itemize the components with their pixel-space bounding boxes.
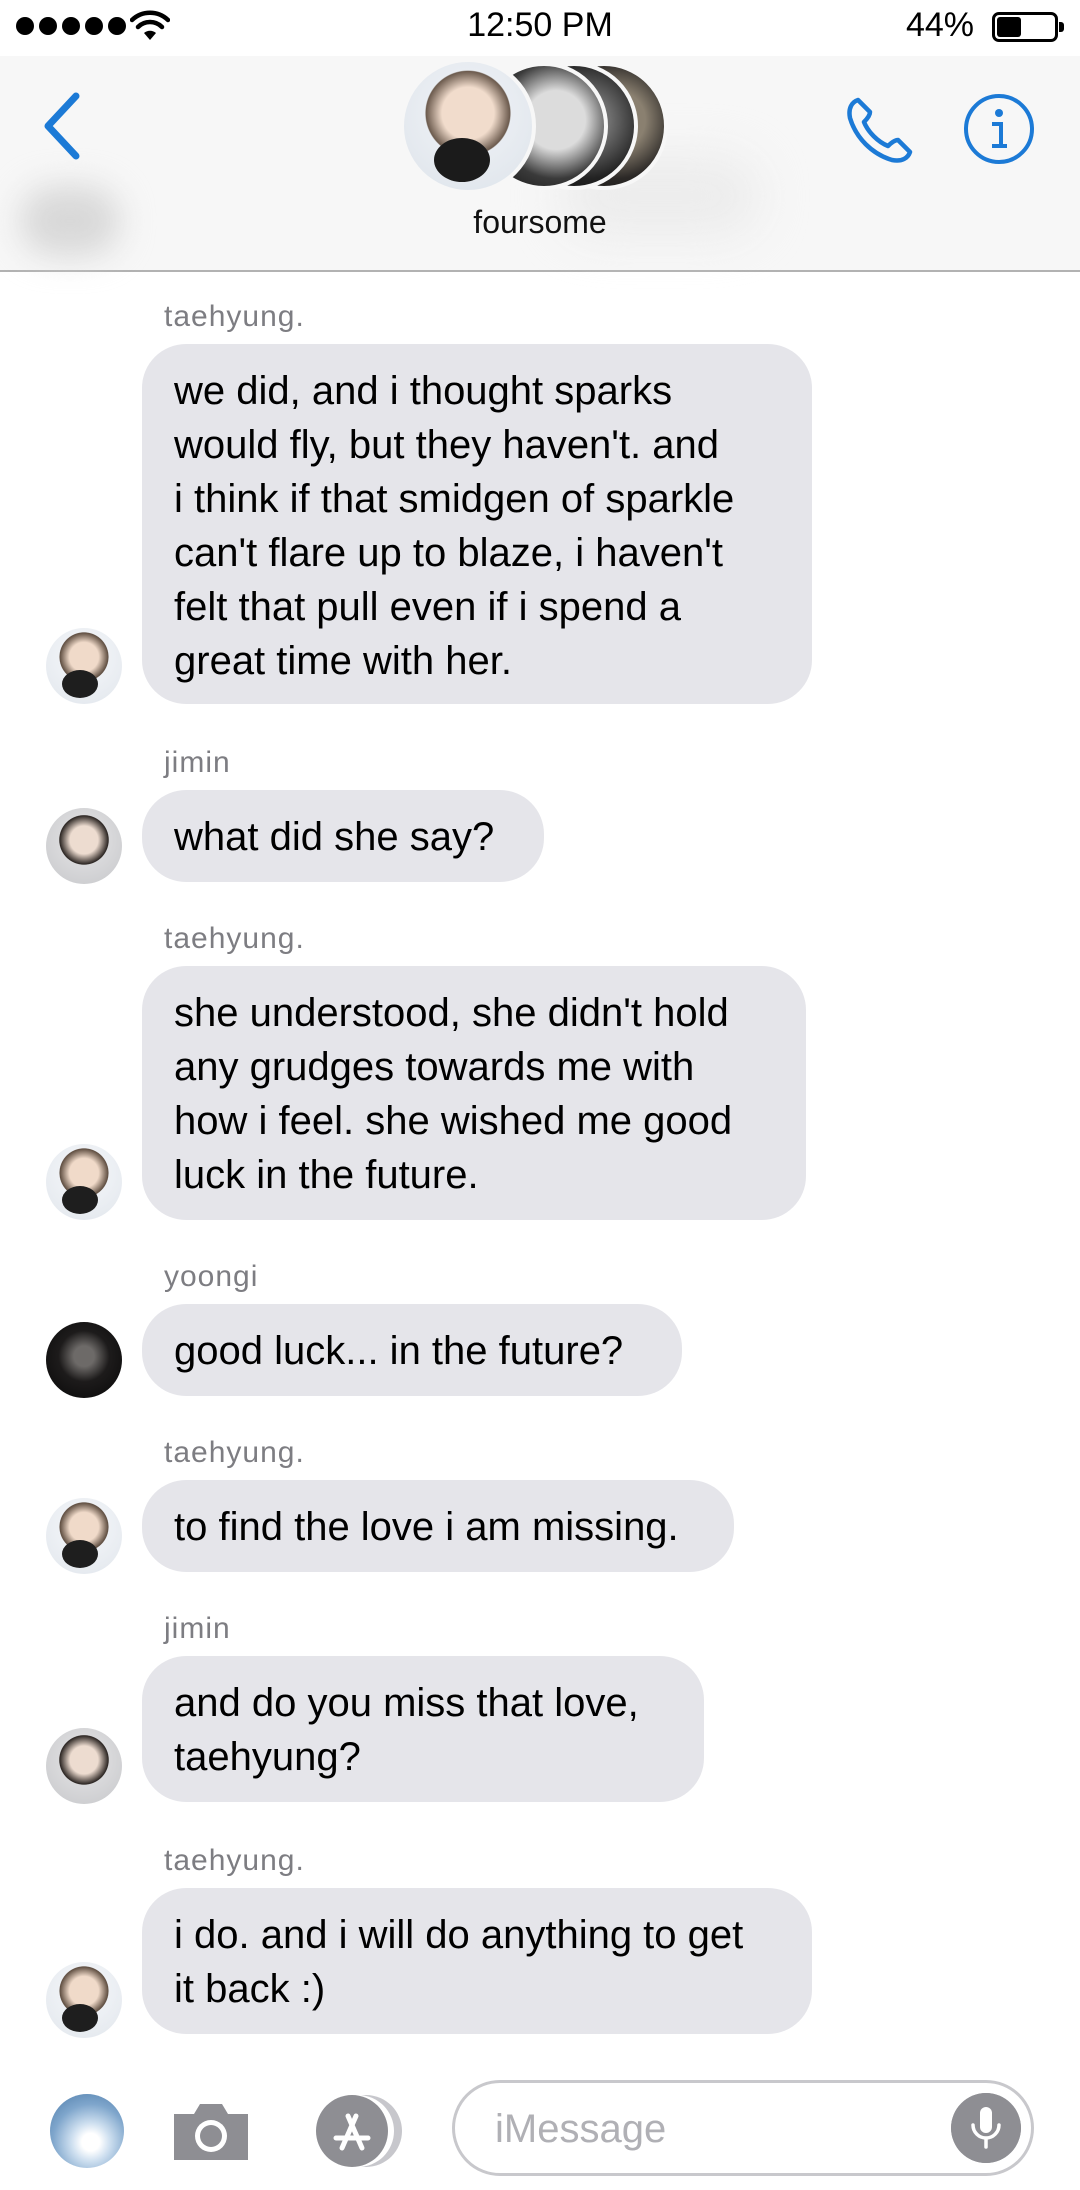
- message-bubble[interactable]: i do. and i will do anything to get it b…: [142, 1888, 812, 2034]
- compose-bar: iMessage: [0, 2064, 1080, 2190]
- message-text: to find the love i am missing.: [174, 1505, 679, 1549]
- sender-name: jimin: [164, 746, 231, 779]
- message-text: i do. and i will do anything to get it b…: [174, 1913, 744, 2011]
- message-text: she understood, she didn't hold any grud…: [174, 991, 733, 1197]
- message-list[interactable]: taehyung. we did, and i thought sparks w…: [0, 272, 1080, 2064]
- avatar[interactable]: [46, 1144, 122, 1220]
- message-text: and do you miss that love, taehyung?: [174, 1681, 639, 1779]
- app-store-icon[interactable]: [306, 2092, 406, 2170]
- phone-icon[interactable]: [840, 90, 920, 170]
- avatar[interactable]: [46, 1322, 122, 1398]
- sender-name: taehyung.: [164, 300, 305, 333]
- battery-icon: [992, 12, 1064, 42]
- group-avatar-stack[interactable]: [400, 56, 680, 196]
- avatar[interactable]: [46, 808, 122, 884]
- sender-name: taehyung.: [164, 1844, 305, 1877]
- battery-percentage: 44%: [905, 6, 974, 44]
- avatar: [400, 58, 536, 194]
- message-bubble[interactable]: what did she say?: [142, 790, 544, 882]
- message-bubble[interactable]: we did, and i thought sparks would fly, …: [142, 344, 812, 704]
- message-bubble[interactable]: and do you miss that love, taehyung?: [142, 1656, 704, 1802]
- conversation-header: foursome: [0, 56, 1080, 272]
- message-bubble[interactable]: to find the love i am missing.: [142, 1480, 734, 1572]
- message-text: good luck... in the future?: [174, 1329, 624, 1373]
- sender-name: jimin: [164, 1612, 231, 1645]
- avatar[interactable]: [46, 1728, 122, 1804]
- message-input-placeholder: iMessage: [495, 2107, 667, 2151]
- info-icon[interactable]: [962, 92, 1036, 166]
- message-input[interactable]: iMessage: [452, 2080, 1034, 2176]
- status-bar: 12:50 PM 44%: [0, 0, 1080, 56]
- avatar[interactable]: [46, 1498, 122, 1574]
- avatar[interactable]: [46, 1962, 122, 2038]
- group-name[interactable]: foursome: [0, 204, 1080, 241]
- message-text: we did, and i thought sparks would fly, …: [174, 369, 735, 683]
- photos-app-icon[interactable]: [50, 2094, 124, 2168]
- message-text: what did she say?: [174, 815, 495, 859]
- avatar[interactable]: [46, 628, 122, 704]
- message-bubble[interactable]: she understood, she didn't hold any grud…: [142, 966, 806, 1220]
- sender-name: taehyung.: [164, 922, 305, 955]
- back-chevron-icon[interactable]: [36, 86, 96, 166]
- microphone-icon[interactable]: [951, 2093, 1021, 2163]
- message-bubble[interactable]: good luck... in the future?: [142, 1304, 682, 1396]
- sender-name: taehyung.: [164, 1436, 305, 1469]
- sender-name: yoongi: [164, 1260, 259, 1293]
- camera-icon[interactable]: [168, 2096, 254, 2166]
